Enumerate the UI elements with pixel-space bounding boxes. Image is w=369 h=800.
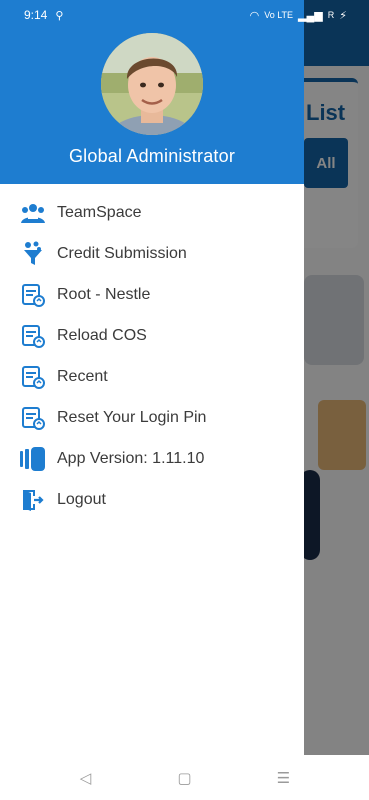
user-name: Global Administrator xyxy=(68,146,236,166)
menu-item-label: TeamSpace xyxy=(57,203,142,221)
network-label: R xyxy=(327,10,335,20)
menu-item-label: Recent xyxy=(57,367,108,385)
home-icon[interactable]: ▢ xyxy=(173,769,197,787)
menu-item-credit-submission[interactable]: Credit Submission xyxy=(0,233,304,274)
document-refresh-icon xyxy=(20,405,46,431)
menu-item-reload-cos[interactable]: Reload COS xyxy=(0,315,304,356)
menu-item-label: Reload COS xyxy=(57,326,147,344)
usb-icon: ⚲ xyxy=(55,9,64,22)
logout-icon xyxy=(20,487,46,513)
menu-item-root-nestle[interactable]: Root - Nestle xyxy=(0,274,304,315)
drawer-menu: TeamSpace Credit Submission Root - Nestl… xyxy=(0,192,304,520)
volte-label: Vo LTE xyxy=(264,10,294,20)
system-nav-bar: ◁ ▢ ☰ xyxy=(0,755,369,800)
menu-item-reset-login-pin[interactable]: Reset Your Login Pin xyxy=(0,397,304,438)
wifi-icon: ◠ xyxy=(249,9,260,22)
document-refresh-icon xyxy=(20,282,46,308)
menu-item-recent[interactable]: Recent xyxy=(0,356,304,397)
back-icon[interactable]: ◁ xyxy=(74,769,98,787)
status-bar: 9:14 ⚲ ◠ Vo LTE ▂▄▆ R ⚡ xyxy=(0,0,369,30)
funnel-icon xyxy=(20,241,46,267)
version-icon xyxy=(20,446,46,472)
team-icon xyxy=(20,200,46,226)
menu-item-app-version: App Version: 1.11.10 xyxy=(0,438,304,479)
document-refresh-icon xyxy=(20,364,46,390)
recents-icon[interactable]: ☰ xyxy=(272,769,296,787)
navigation-drawer: Global Administrator TeamSpace Credit Su… xyxy=(0,0,304,800)
battery-charging-icon: ⚡ xyxy=(339,9,347,22)
menu-item-label: Credit Submission xyxy=(57,244,187,262)
status-time: 9:14 xyxy=(24,8,48,22)
menu-item-label: Root - Nestle xyxy=(57,285,151,303)
document-refresh-icon xyxy=(20,323,46,349)
menu-item-logout[interactable]: Logout xyxy=(0,479,304,520)
menu-item-teamspace[interactable]: TeamSpace xyxy=(0,192,304,233)
avatar[interactable] xyxy=(101,33,203,135)
app-version-label: App Version: 1.11.10 xyxy=(57,449,205,467)
signal-icon: ▂▄▆ xyxy=(298,9,323,22)
menu-item-label: Logout xyxy=(57,490,106,508)
menu-item-label: Reset Your Login Pin xyxy=(57,408,207,426)
